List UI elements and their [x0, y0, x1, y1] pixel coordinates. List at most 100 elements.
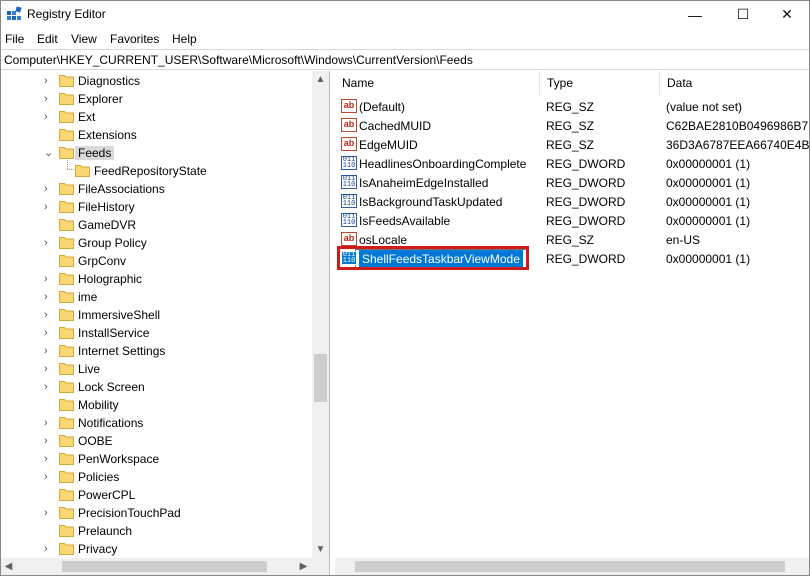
value-row[interactable]: 011 110 IsBackgroundTaskUpdated REG_DWORD 0x… — [335, 192, 810, 211]
chevron-right-icon[interactable]: › — [44, 506, 54, 520]
folder-icon — [59, 453, 74, 465]
chevron-down-icon[interactable]: ⌄ — [44, 146, 54, 160]
string-value-icon: ab — [341, 99, 357, 113]
chevron-right-icon[interactable]: › — [44, 416, 54, 430]
scroll-right-icon[interactable]: ▶ — [295, 558, 312, 575]
chevron-right-icon[interactable]: › — [44, 92, 54, 106]
chevron-right-icon[interactable]: › — [44, 290, 54, 304]
column-header-data[interactable]: Data — [660, 71, 810, 95]
column-header-type[interactable]: Type — [540, 71, 660, 95]
chevron-right-icon[interactable]: › — [44, 272, 54, 286]
chevron-right-icon[interactable]: › — [44, 452, 54, 466]
values-horizontal-scrollbar[interactable] — [335, 558, 810, 575]
folder-icon — [59, 489, 74, 501]
close-button[interactable]: ✕ — [764, 0, 810, 29]
menu-view[interactable]: View — [71, 32, 97, 46]
tree-item-label: FeedRepositoryState — [94, 164, 207, 178]
address-path[interactable]: Computer\HKEY_CURRENT_USER\Software\Micr… — [4, 53, 473, 67]
scroll-thumb[interactable] — [355, 561, 785, 572]
tree-item-label: Diagnostics — [78, 74, 141, 88]
tree-item[interactable]: › Notifications — [0, 414, 312, 432]
value-name: IsBackgroundTaskUpdated — [359, 195, 503, 209]
chevron-right-icon[interactable]: › — [44, 434, 54, 448]
tree-item[interactable]: › Holographic — [0, 270, 312, 288]
tree-item[interactable]: ⌄ Feeds — [0, 144, 312, 162]
chevron-right-icon[interactable]: › — [44, 110, 54, 124]
tree-item[interactable]: › Diagnostics — [0, 72, 312, 90]
string-value-icon: ab — [341, 137, 357, 151]
tree-item[interactable]: › Lock Screen — [0, 378, 312, 396]
tree-item[interactable]: › Privacy — [0, 540, 312, 558]
tree-horizontal-scrollbar[interactable]: ◀ ▶ — [0, 558, 312, 575]
minimize-button[interactable]: — — [672, 0, 718, 29]
chevron-right-icon[interactable]: › — [44, 74, 54, 88]
tree-item[interactable]: › Internet Settings — [0, 342, 312, 360]
chevron-right-icon[interactable]: › — [44, 542, 54, 556]
tree-item[interactable]: PowerCPL — [0, 486, 312, 504]
tree-item[interactable]: › InstallService — [0, 324, 312, 342]
tree-item[interactable]: Prelaunch — [0, 522, 312, 540]
chevron-right-icon[interactable]: › — [44, 380, 54, 394]
tree-item[interactable]: GrpConv — [0, 252, 312, 270]
tree-item[interactable]: › Ext — [0, 108, 312, 126]
value-data: 0x00000001 (1) — [666, 157, 751, 171]
tree-item-label: GameDVR — [78, 218, 137, 232]
scroll-thumb[interactable] — [314, 354, 327, 402]
chevron-right-icon[interactable]: › — [44, 362, 54, 376]
value-row[interactable]: 011 110 IsAnaheimEdgeInstalled REG_DWORD 0x0… — [335, 173, 810, 192]
menu-file[interactable]: File — [5, 32, 24, 46]
folder-icon — [59, 327, 74, 339]
folder-icon — [75, 165, 90, 177]
tree-item[interactable]: › Live — [0, 360, 312, 378]
chevron-right-icon[interactable]: › — [44, 326, 54, 340]
value-row[interactable]: 011 110 IsFeedsAvailable REG_DWORD 0x0000000… — [335, 211, 810, 230]
chevron-right-icon[interactable]: › — [44, 182, 54, 196]
chevron-right-icon[interactable]: › — [44, 470, 54, 484]
value-data: 0x00000001 (1) — [666, 176, 751, 190]
tree-item[interactable]: › Policies — [0, 468, 312, 486]
tree-item[interactable]: › FileAssociations — [0, 180, 312, 198]
tree-item[interactable]: GameDVR — [0, 216, 312, 234]
tree-item[interactable]: › Group Policy — [0, 234, 312, 252]
tree-item[interactable]: Extensions — [0, 126, 312, 144]
key-tree: › Diagnostics › Explorer › Ext Extensions ⌄ Feed… — [0, 71, 330, 576]
registry-editor-icon — [7, 6, 22, 20]
tree-item[interactable]: › PrecisionTouchPad — [0, 504, 312, 522]
tree-item[interactable]: › ImmersiveShell — [0, 306, 312, 324]
chevron-right-icon[interactable]: › — [44, 344, 54, 358]
scroll-down-icon[interactable]: ▼ — [312, 541, 329, 558]
value-row[interactable]: 011 110 HeadlinesOnboardingComplete REG_DWO… — [335, 154, 810, 173]
chevron-right-icon[interactable]: › — [44, 308, 54, 322]
tree-vertical-scrollbar[interactable]: ▲ ▼ — [312, 71, 329, 558]
chevron-right-icon[interactable]: › — [44, 200, 54, 214]
tree-item[interactable]: › Explorer — [0, 90, 312, 108]
tree-item[interactable]: › PenWorkspace — [0, 450, 312, 468]
value-data: (value not set) — [666, 100, 743, 114]
scroll-thumb[interactable] — [62, 561, 267, 572]
tree-item[interactable]: Mobility — [0, 396, 312, 414]
address-bar[interactable]: Computer\HKEY_CURRENT_USER\Software\Micr… — [0, 49, 810, 70]
value-row[interactable]: ab (Default) REG_SZ (value not set) — [335, 97, 810, 116]
scroll-left-icon[interactable]: ◀ — [0, 558, 17, 575]
menu-edit[interactable]: Edit — [37, 32, 58, 46]
value-row[interactable]: ab EdgeMUID REG_SZ 36D3A6787EEA66740E4B6D — [335, 135, 810, 154]
value-type: REG_DWORD — [546, 176, 626, 190]
folder-icon — [59, 363, 74, 375]
minimize-icon: — — [688, 6, 702, 23]
value-row[interactable]: abCachedMUID REG_SZ C62BAE2810B0496986B7FB… — [335, 116, 810, 135]
tree-item[interactable]: › FileHistory — [0, 198, 312, 216]
folder-icon — [59, 273, 74, 285]
maximize-button[interactable]: ☐ — [720, 0, 766, 29]
value-data: 0x00000001 (1) — [666, 252, 751, 266]
scroll-up-icon[interactable]: ▲ — [312, 71, 329, 88]
chevron-right-icon[interactable]: › — [44, 236, 54, 250]
menu-favorites[interactable]: Favorites — [110, 32, 159, 46]
folder-icon — [59, 309, 74, 321]
tree-item[interactable]: › OOBE — [0, 432, 312, 450]
menu-help[interactable]: Help — [172, 32, 197, 46]
folder-icon — [59, 417, 74, 429]
tree-item[interactable]: FeedRepositoryState — [0, 162, 312, 180]
column-header-name[interactable]: Name — [335, 71, 540, 95]
tree-item[interactable]: › ime — [0, 288, 312, 306]
folder-icon — [59, 147, 74, 159]
